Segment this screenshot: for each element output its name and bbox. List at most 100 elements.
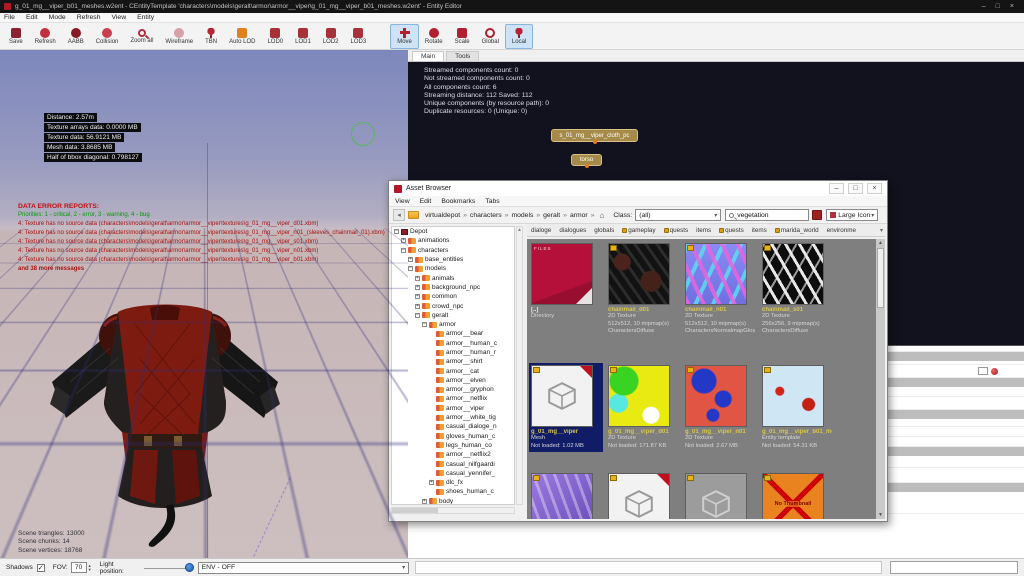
asset-tile-11[interactable]: No Thumbnail <box>760 471 834 519</box>
tab-overflow-icon[interactable]: ▾ <box>880 227 885 234</box>
toolbar-button-lod0[interactable]: LOD0 <box>261 24 289 49</box>
menu-item-entity[interactable]: Entity <box>137 14 154 21</box>
tree-item-armor-netflix2[interactable]: armor__netflix2 <box>392 450 514 459</box>
tree-item-models[interactable]: −models <box>392 264 514 273</box>
tree-item-animations[interactable]: +animations <box>392 236 514 245</box>
viper-armor-model[interactable] <box>40 264 290 554</box>
toolbar-button-lod2[interactable]: LOD2 <box>317 24 345 49</box>
ab-tab-environme[interactable]: environme <box>823 227 860 234</box>
tree-item-armor-white-tig[interactable]: armor__white_tig <box>392 413 514 422</box>
tree-expander[interactable]: − <box>408 266 413 271</box>
ab-close-button[interactable]: × <box>867 183 882 194</box>
graph-node-cloth[interactable]: s_01_mg__viper_cloth_pc <box>551 129 638 142</box>
minimize-button[interactable]: – <box>982 3 986 10</box>
toolbar-button-global[interactable]: Global <box>476 24 505 49</box>
ab-tab-quests[interactable]: quests <box>715 227 748 234</box>
asset-g-01-mg-viper[interactable]: g_01_mg__viperMeshNot loaded: 1.02 MB <box>529 363 603 452</box>
tree-expander[interactable]: + <box>401 238 406 243</box>
toolbar-button-lod3[interactable]: LOD3 <box>345 24 373 49</box>
breadcrumb-segment-armor[interactable]: armor <box>570 212 588 219</box>
tree-item-common[interactable]: +common <box>392 292 514 301</box>
menu-item-edit[interactable]: Edit <box>26 14 38 21</box>
search-input[interactable]: vegetation <box>725 209 809 221</box>
tree-expander[interactable]: − <box>422 322 427 327</box>
tree-item-gloves-human-c[interactable]: gloves_human_c <box>392 432 514 441</box>
3d-viewport[interactable]: Distance: 2.57mTexture arrays data: 0.00… <box>0 50 408 558</box>
slider-thumb-icon[interactable] <box>185 563 194 572</box>
tree-expander[interactable]: + <box>429 480 434 485</box>
tree-item-armor[interactable]: −armor <box>392 320 514 329</box>
asset-chainmail-n01[interactable]: chainmail_n012D Texture512x512, 10 mipma… <box>683 241 757 338</box>
toolbar-button-zoom-all[interactable]: Zoom all <box>124 24 159 49</box>
tree-item-casual-dialoge-n[interactable]: casual_dialoge_n <box>392 422 514 431</box>
asset-g-01-mg-viper-b01-meshes[interactable]: g_01_mg__viper_b01_meshesEntity template… <box>760 363 834 452</box>
breadcrumb-segment-geralt[interactable]: geralt <box>543 212 560 219</box>
tree-item-dlc-fx[interactable]: +dlc_fx <box>392 478 514 487</box>
tree-expander[interactable]: + <box>408 257 413 262</box>
tree-item-background-npc[interactable]: +background_npc <box>392 283 514 292</box>
tree-horizontal-scrollbar[interactable] <box>391 507 515 514</box>
shadows-checkbox[interactable]: ✓ <box>37 564 45 572</box>
toolbar-button-collision[interactable]: Collision <box>90 24 125 49</box>
menu-item-refresh[interactable]: Refresh <box>77 14 101 21</box>
tree-item-legs-human-co[interactable]: legs_human_co <box>392 441 514 450</box>
tree-item-armor-human-c[interactable]: armor__human_c <box>392 339 514 348</box>
tree-item-shoes-human-c[interactable]: shoes_human_c <box>392 487 514 496</box>
tree-expander[interactable]: − <box>401 248 406 253</box>
property-field[interactable] <box>978 367 988 375</box>
toolbar-button-tbn[interactable]: TBN <box>199 24 223 49</box>
ab-tab-marida-world[interactable]: marida_world <box>771 227 823 234</box>
toolbar-button-auto-lod[interactable]: Auto LOD <box>223 24 261 49</box>
asset-chainmail-d01[interactable]: chainmail_d012D Texture512x512, 10 mipma… <box>606 241 680 338</box>
back-button[interactable]: ◂ <box>393 209 405 221</box>
tree-item-base-entities[interactable]: +base_entities <box>392 255 514 264</box>
menu-item-file[interactable]: File <box>4 14 15 21</box>
ab-menu-item-tabs[interactable]: Tabs <box>485 198 499 205</box>
tree-expander[interactable]: + <box>415 276 420 281</box>
tree-item-armor-bear[interactable]: armor__bear <box>392 329 514 338</box>
tab-tools[interactable]: Tools <box>446 51 479 61</box>
tree-item-armor-netflix[interactable]: armor__netflix <box>392 394 514 403</box>
asset-tile-9[interactable] <box>606 471 680 519</box>
clear-search-button[interactable] <box>812 210 822 220</box>
toolbar-button-rotate[interactable]: Rotate <box>419 24 449 49</box>
breadcrumb-segment-models[interactable]: models <box>511 212 533 219</box>
tree-item-casual-yennifer[interactable]: casual_yennifer_ <box>392 469 514 478</box>
asset-tile-10[interactable] <box>683 471 757 519</box>
toolbar-button-save[interactable]: Save <box>3 24 29 49</box>
asset-tile-8[interactable] <box>529 471 603 519</box>
view-mode-dropdown[interactable]: Large Icons ▾ <box>826 209 878 221</box>
ab-maximize-button[interactable]: □ <box>848 183 863 194</box>
env-dropdown[interactable]: ENV - OFF▾ <box>198 562 410 574</box>
menu-item-view[interactable]: View <box>112 14 127 21</box>
property-controls[interactable] <box>978 367 998 375</box>
light-position-slider[interactable] <box>144 563 192 573</box>
tree-item-armor-human-r[interactable]: armor__human_r <box>392 348 514 357</box>
grid-vertical-scrollbar[interactable]: ▲▼ <box>876 239 885 519</box>
tree-expander[interactable]: − <box>394 229 399 234</box>
ab-tab-quests[interactable]: quests <box>660 227 693 234</box>
asset-chainmail-s01[interactable]: chainmail_s012D Texture256x256, 9 mipmap… <box>760 241 834 338</box>
ab-menu-item-edit[interactable]: Edit <box>420 198 432 205</box>
tree-item-depot[interactable]: −Depot <box>392 227 514 236</box>
ab-tab-globals[interactable]: globals <box>590 227 618 234</box>
ab-menu-item-bookmarks[interactable]: Bookmarks <box>441 198 475 205</box>
toolbar-button-lod1[interactable]: LOD1 <box>289 24 317 49</box>
tree-item-armor-shirt[interactable]: armor__shirt <box>392 357 514 366</box>
ab-tab-gameplay[interactable]: gameplay <box>618 227 659 234</box>
tree-item-crowd-npc[interactable]: +crowd_npc <box>392 301 514 310</box>
toolbar-button-move[interactable]: Move <box>390 24 419 49</box>
ab-minimize-button[interactable]: – <box>829 183 844 194</box>
fov-stepper[interactable]: ▲▼ <box>88 564 92 572</box>
tree-item-geralt[interactable]: −geralt <box>392 311 514 320</box>
toolbar-button-aabb[interactable]: AABB <box>62 24 90 49</box>
ab-tab-dialogues[interactable]: dialogues <box>555 227 590 234</box>
toolbar-button-scale[interactable]: Scale <box>449 24 476 49</box>
ab-menu-item-view[interactable]: View <box>395 198 410 205</box>
tree-item-armor-viper[interactable]: armor__viper <box>392 404 514 413</box>
tree-expander[interactable]: + <box>415 304 420 309</box>
tree-item-armor-cat[interactable]: armor__cat <box>392 366 514 375</box>
toolbar-button-wireframe[interactable]: Wireframe <box>159 24 199 49</box>
ab-tab-items[interactable]: items <box>692 227 715 234</box>
maximize-button[interactable]: □ <box>996 3 1000 10</box>
